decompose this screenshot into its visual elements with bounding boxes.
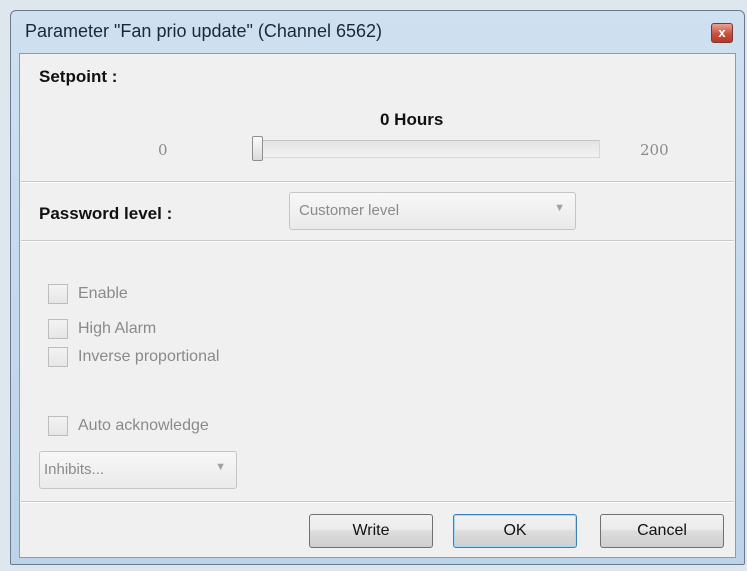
close-icon: x: [718, 25, 726, 40]
password-level-select[interactable]: Customer level ▼: [289, 192, 576, 230]
inverse-proportional-checkbox[interactable]: [48, 347, 68, 367]
chevron-down-icon: ▼: [554, 202, 565, 214]
dialog-window: Parameter "Fan prio update" (Channel 656…: [10, 10, 745, 565]
enable-checkbox[interactable]: [48, 284, 68, 304]
ok-button[interactable]: OK: [453, 514, 577, 548]
chevron-down-icon: ▼: [215, 461, 226, 473]
cancel-button[interactable]: Cancel: [600, 514, 724, 548]
write-button[interactable]: Write: [309, 514, 433, 548]
title-bar[interactable]: Parameter "Fan prio update" (Channel 656…: [11, 11, 744, 53]
auto-acknowledge-label: Auto acknowledge: [78, 417, 209, 434]
high-alarm-checkbox[interactable]: [48, 319, 68, 339]
slider-min-label: 0: [158, 141, 168, 159]
slider-max-label: 200: [640, 141, 669, 159]
close-button[interactable]: x: [711, 23, 733, 43]
slider-thumb[interactable]: [252, 136, 263, 161]
setpoint-value-label: 0 Hours: [380, 110, 444, 129]
high-alarm-label: High Alarm: [78, 320, 157, 337]
enable-label: Enable: [78, 285, 128, 302]
password-level-value: Customer level: [299, 202, 400, 219]
auto-acknowledge-checkbox[interactable]: [48, 416, 68, 436]
setpoint-slider[interactable]: [252, 140, 600, 158]
window-title: Parameter "Fan prio update" (Channel 656…: [25, 21, 382, 41]
setpoint-label: Setpoint :: [39, 67, 118, 86]
inhibits-select[interactable]: Inhibits... ▼: [39, 451, 237, 489]
dialog-body: Setpoint : 0 Hours 0 200 Password level …: [19, 53, 736, 558]
divider: [21, 181, 734, 183]
divider: [21, 240, 734, 242]
inverse-proportional-label: Inverse proportional: [78, 348, 220, 365]
password-level-label: Password level :: [39, 204, 173, 223]
divider: [21, 501, 734, 503]
inhibits-value: Inhibits...: [44, 461, 105, 478]
